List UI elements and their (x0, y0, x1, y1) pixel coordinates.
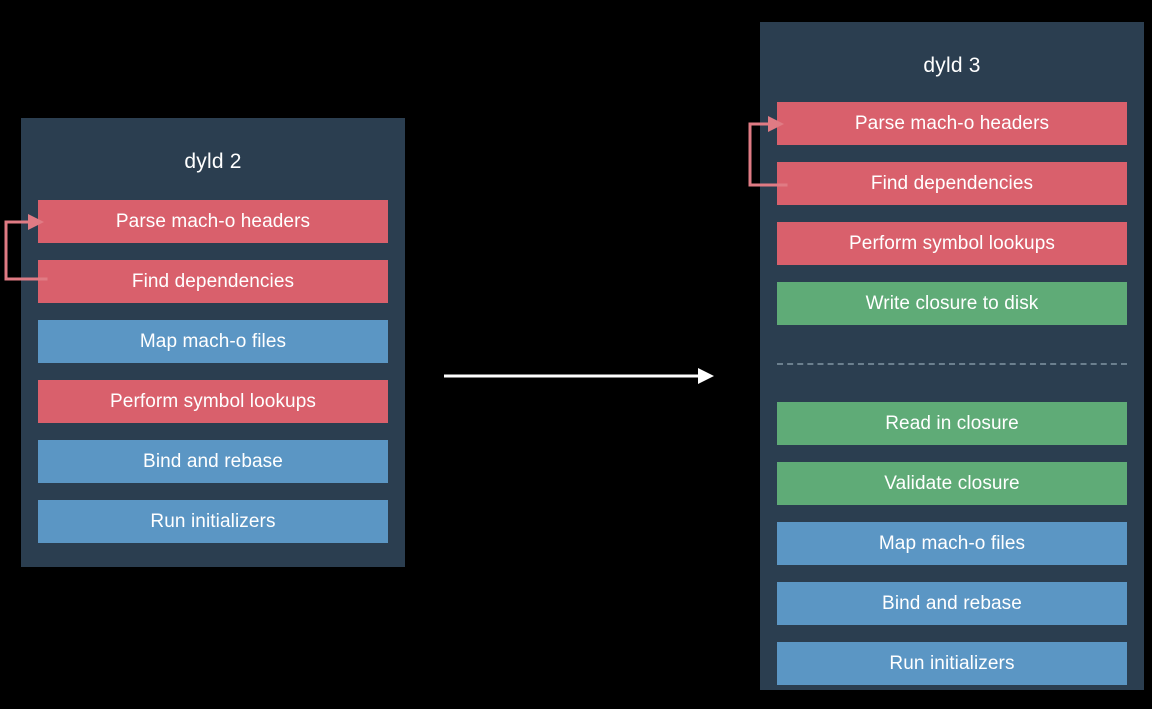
step-label: Parse mach-o headers (115, 210, 311, 232)
dyld3-panel-title: dyld 3 (923, 54, 981, 77)
step-map-mach-o-files[interactable]: Map mach-o files (38, 320, 388, 363)
step-label: Run initializers (889, 652, 1015, 674)
dyld2-panel-title: dyld 2 (184, 150, 242, 173)
step-label: Map mach-o files (139, 330, 287, 352)
step-label: Perform symbol lookups (849, 232, 1055, 254)
step-parse-mach-o-headers[interactable]: Parse mach-o headers (38, 200, 388, 243)
step-parse-mach-o-headers[interactable]: Parse mach-o headers (777, 102, 1127, 145)
transition-arrow (444, 368, 714, 384)
step-label: Bind and rebase (143, 450, 283, 472)
step-perform-symbol-lookups[interactable]: Perform symbol lookups (777, 222, 1127, 265)
step-label: Parse mach-o headers (854, 112, 1050, 134)
step-label: Find dependencies (870, 172, 1034, 194)
step-find-dependencies[interactable]: Find dependencies (38, 260, 388, 303)
step-label: Perform symbol lookups (110, 390, 316, 412)
step-perform-symbol-lookups[interactable]: Perform symbol lookups (38, 380, 388, 423)
dyld3-loop-back-arrow (748, 116, 788, 187)
step-label: Read in closure (885, 412, 1019, 434)
step-label: Find dependencies (131, 270, 295, 292)
step-bind-and-rebase[interactable]: Bind and rebase (777, 582, 1127, 625)
step-label: Validate closure (884, 472, 1020, 494)
step-label: Run initializers (150, 510, 276, 532)
dyld2-step-list: Parse mach-o headers Find dependencies M… (38, 200, 388, 560)
step-label: Bind and rebase (882, 592, 1022, 614)
step-find-dependencies[interactable]: Find dependencies (777, 162, 1127, 205)
arrowhead-icon (698, 368, 714, 384)
dyld2-panel: dyld 2 Parse mach-o headers Find depende… (21, 118, 405, 567)
dyld2-loop-back-arrow (4, 214, 48, 281)
step-run-initializers[interactable]: Run initializers (777, 642, 1127, 685)
dashed-divider-line (777, 362, 1127, 365)
dyld3-panel: dyld 3 Parse mach-o headers Find depende… (760, 22, 1144, 690)
step-validate-closure[interactable]: Validate closure (777, 462, 1127, 505)
phase-separator (777, 342, 1127, 385)
step-read-in-closure[interactable]: Read in closure (777, 402, 1127, 445)
step-label: Write closure to disk (865, 292, 1039, 314)
diagram-canvas: dyld 2 Parse mach-o headers Find depende… (0, 0, 1152, 709)
arrowhead-icon (768, 116, 784, 132)
step-write-closure-to-disk[interactable]: Write closure to disk (777, 282, 1127, 325)
step-bind-and-rebase[interactable]: Bind and rebase (38, 440, 388, 483)
dyld3-step-list: Parse mach-o headers Find dependencies P… (777, 102, 1127, 702)
step-label: Map mach-o files (878, 532, 1026, 554)
step-run-initializers[interactable]: Run initializers (38, 500, 388, 543)
arrowhead-icon (28, 214, 44, 230)
step-map-mach-o-files[interactable]: Map mach-o files (777, 522, 1127, 565)
